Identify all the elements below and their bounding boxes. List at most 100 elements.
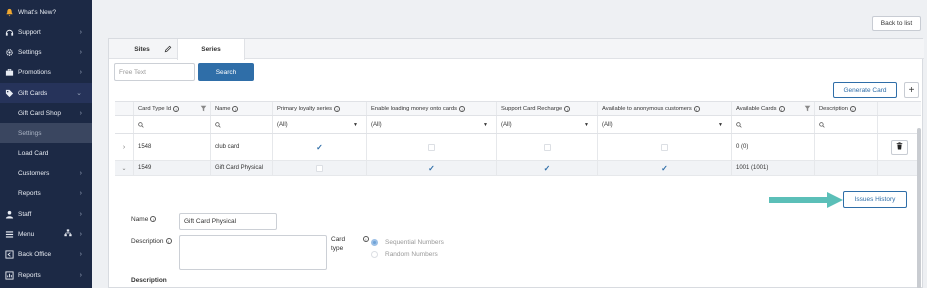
checkmark-icon: ✓ (543, 163, 551, 173)
cell-description (815, 161, 878, 175)
tab-label: Sites (134, 45, 150, 53)
filter-anonymous[interactable]: (All) ▼ (598, 116, 732, 133)
name-field[interactable]: Gift Card Physical (179, 213, 277, 230)
tab-sites[interactable]: Sites (127, 39, 157, 59)
sidebar-subitem-gift-card-shop[interactable]: Gift Card Shop › (0, 103, 92, 123)
cell-description (815, 134, 878, 160)
chevron-right-icon: › (79, 271, 82, 279)
cell-primary-loyalty: ✓ (273, 134, 367, 160)
sidebar-item-reports[interactable]: Reports › (0, 265, 92, 285)
add-series-button[interactable]: + (904, 82, 919, 98)
table-row[interactable]: › 1548 club card ✓ 0 (0) (115, 134, 921, 161)
sidebar-subitem-load-card[interactable]: Load Card (0, 143, 92, 163)
tab-series[interactable]: Series (177, 39, 245, 60)
sidebar-item-whats-new[interactable]: What's New? (0, 2, 92, 22)
vertical-scrollbar[interactable] (917, 128, 921, 288)
info-icon[interactable]: i (778, 105, 785, 112)
column-header-name[interactable]: Name i (211, 102, 273, 115)
back-to-list-button[interactable]: Back to list (872, 16, 921, 31)
filter-dropdown[interactable]: (All) ▼ (277, 119, 358, 131)
column-header-support-recharge[interactable]: Support Card Recharge i (497, 102, 598, 115)
caret-down-icon: ▼ (584, 121, 589, 128)
sidebar-subitem-reports[interactable]: Reports › (0, 183, 92, 203)
sidebar-subitem-label: Gift Card Shop (18, 109, 61, 117)
radio-button[interactable] (371, 251, 378, 258)
info-icon[interactable]: i (693, 105, 700, 112)
generate-card-button[interactable]: Generate Card (833, 82, 897, 98)
table-row[interactable]: ⌄ 1549 Gift Card Physical ✓ ✓ ✓ 1001 (10… (115, 161, 921, 176)
info-icon[interactable]: i (564, 105, 571, 112)
search-button[interactable]: Search (198, 63, 254, 81)
radio-random-numbers[interactable]: Random Numbers (371, 251, 438, 258)
column-header-enable-loading[interactable]: Enable loading money onto cards i (367, 102, 497, 115)
filter-expander-cell (115, 116, 134, 133)
header-expander-cell (115, 102, 134, 115)
checkmark-icon: ✓ (428, 163, 435, 173)
checkbox (543, 143, 551, 151)
info-icon[interactable]: i (165, 238, 172, 244)
filter-icon[interactable] (804, 105, 811, 112)
series-panel: Sites Series Free Text Search Generate C… (108, 38, 924, 288)
arrow-right-icon (769, 192, 843, 208)
filter-primary-loyalty[interactable]: (All) ▼ (273, 116, 367, 133)
radio-button[interactable] (371, 239, 378, 246)
sidebar-item-back-office[interactable]: Back Office › (0, 244, 92, 264)
filter-dropdown[interactable]: (All) ▼ (371, 119, 488, 131)
cell-enable-loading (367, 134, 497, 160)
sidebar-subitem-settings[interactable]: Settings (0, 123, 92, 143)
search-input[interactable]: Free Text (114, 63, 195, 81)
search-icon (138, 121, 144, 128)
chevron-right-icon: › (79, 230, 82, 238)
filter-icon[interactable] (200, 105, 207, 112)
filter-enable-loading[interactable]: (All) ▼ (367, 116, 497, 133)
sidebar-item-promotions[interactable]: Promotions › (0, 62, 92, 82)
filter-dropdown[interactable]: (All) ▼ (602, 119, 723, 131)
sidebar-subitem-customers[interactable]: Customers › (0, 163, 92, 183)
delete-button[interactable] (891, 139, 908, 155)
description-textarea[interactable] (179, 235, 327, 270)
sidebar-subitem-label: Load Card (18, 149, 49, 157)
checkmark-icon: ✓ (661, 163, 668, 173)
sidebar-item-gift-cards[interactable]: Gift Cards ⌄ (0, 83, 92, 103)
collapse-row-button[interactable]: ⌄ (115, 161, 134, 175)
issues-history-button[interactable]: Issues History (843, 191, 907, 208)
card-type-label-2: type (331, 245, 343, 252)
column-header-card-type-id[interactable]: Card Type Id i (134, 102, 211, 115)
column-header-anonymous[interactable]: Available to anonymous customers i (598, 102, 732, 115)
sidebar-item-label: Support (18, 28, 41, 36)
filter-card-type-id[interactable] (134, 116, 211, 133)
card-type-label-text: type (331, 245, 344, 252)
column-header-available-cards[interactable]: Available Cards i (732, 102, 815, 115)
info-icon[interactable]: i (334, 105, 341, 112)
pencil-icon[interactable] (164, 45, 172, 55)
sidebar-item-support[interactable]: Support › (0, 22, 92, 42)
filter-available-cards[interactable] (732, 116, 815, 133)
expand-row-button[interactable]: › (115, 134, 134, 160)
sidebar-subitem-label: Settings (18, 129, 42, 137)
sidebar-item-menu[interactable]: Menu › (0, 224, 92, 244)
column-header-label: Description (819, 105, 848, 112)
column-header-description[interactable]: Description i (815, 102, 878, 115)
briefcase-icon (4, 67, 14, 77)
sidebar-item-settings[interactable]: Settings › (0, 42, 92, 62)
card-type-label-text: Card (331, 236, 346, 243)
info-icon[interactable]: i (459, 105, 466, 112)
filter-dropdown[interactable]: (All) ▼ (501, 119, 589, 131)
dropdown-value: (All) (602, 121, 613, 128)
filter-name[interactable] (211, 116, 273, 133)
radio-sequential-numbers[interactable]: Sequential Numbers (371, 239, 444, 246)
chevron-down-icon: ⌄ (76, 90, 82, 97)
sidebar-item-staff[interactable]: Staff › (0, 204, 92, 224)
filter-support-recharge[interactable]: (All) ▼ (497, 116, 598, 133)
sidebar-item-label: What's New? (18, 8, 57, 16)
grid-filter-row: (All) ▼ (All) ▼ (All) ▼ (All) ▼ (115, 116, 921, 134)
info-icon[interactable]: i (363, 236, 369, 242)
column-header-label: Available Cards (736, 105, 777, 112)
info-icon[interactable]: i (150, 216, 157, 222)
filter-description[interactable] (815, 116, 878, 133)
info-icon[interactable]: i (850, 105, 856, 112)
info-icon[interactable]: i (232, 105, 239, 112)
column-header-primary-loyalty[interactable]: Primary loyalty series i (273, 102, 367, 115)
cell-enable-loading: ✓ (367, 161, 497, 175)
info-icon[interactable]: i (173, 105, 180, 112)
